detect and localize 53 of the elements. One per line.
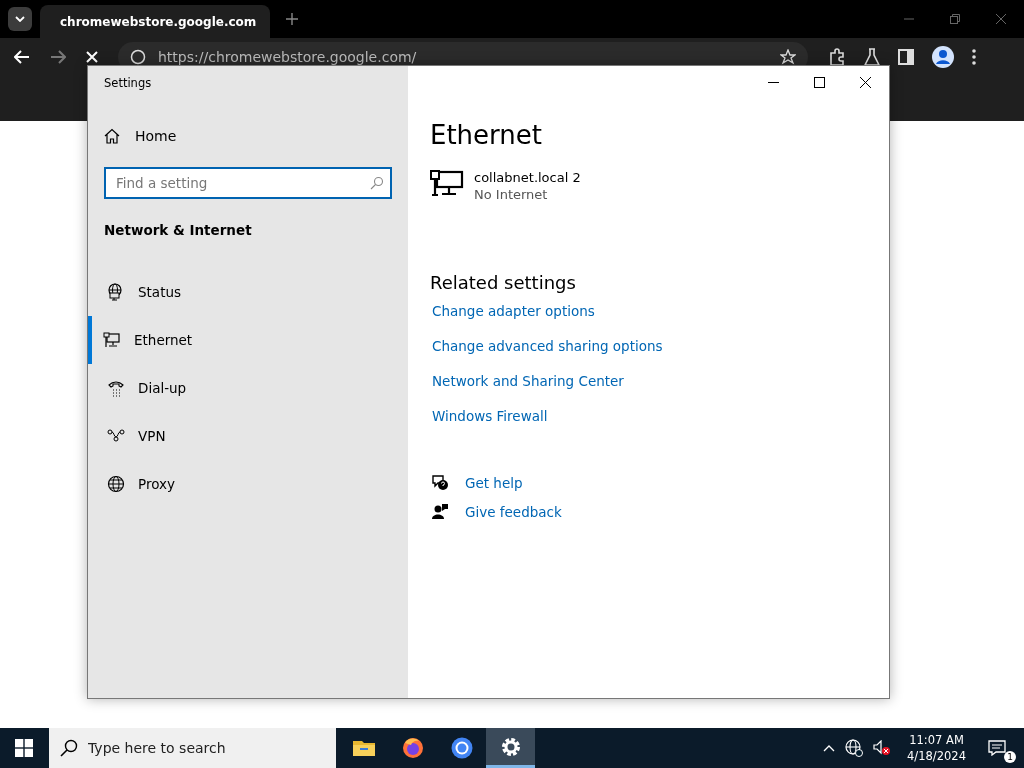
link[interactable]: Give feedback: [465, 503, 562, 520]
section-heading: Network & Internet: [104, 222, 252, 238]
puzzle-icon[interactable]: [828, 48, 846, 66]
ethernet-icon[interactable]: [430, 170, 464, 198]
page-heading: Ethernet: [430, 120, 542, 150]
network-status: No Internet: [474, 187, 548, 202]
nav-item[interactable]: Status: [88, 268, 408, 316]
taskbar-search-field[interactable]: Type here to search: [49, 728, 336, 768]
search-icon: [60, 739, 78, 757]
tab-search-button[interactable]: [8, 7, 32, 31]
home-link[interactable]: Home: [104, 128, 177, 144]
network-name[interactable]: collabnet.local 2: [474, 170, 581, 185]
ethernet-icon: [103, 331, 121, 349]
section-heading: Related settings: [430, 272, 576, 293]
vpn-icon: [107, 427, 125, 445]
browser-tab[interactable]: chromewebstore.google.com: [40, 5, 270, 39]
profile-icon[interactable]: [932, 46, 954, 68]
person-feedback-icon: [432, 503, 449, 520]
nav-item[interactable]: Proxy: [88, 460, 408, 508]
window-title: Settings: [104, 76, 152, 90]
taskbar-app-button[interactable]: [486, 728, 535, 768]
clock[interactable]: 11:07 AM 4/18/2024: [901, 732, 972, 764]
link[interactable]: Get help: [465, 474, 523, 491]
search-field[interactable]: Find a setting: [104, 167, 392, 199]
flask-icon[interactable]: [864, 48, 880, 66]
start-icon[interactable]: [15, 739, 33, 757]
restore-icon[interactable]: [950, 14, 960, 24]
globe-icon: [107, 475, 125, 493]
muted-speaker-icon[interactable]: [873, 740, 892, 756]
stop-icon[interactable]: [86, 51, 98, 63]
search-icon: [370, 176, 384, 190]
back-icon[interactable]: [14, 50, 30, 64]
link[interactable]: Network and Sharing Center: [432, 373, 624, 389]
side-panel-icon[interactable]: [898, 49, 914, 65]
nav-item[interactable]: VPN: [88, 412, 408, 460]
menu-icon[interactable]: [972, 49, 976, 65]
maximize-icon[interactable]: [814, 76, 825, 88]
close-icon[interactable]: [860, 76, 871, 88]
chevron-down-icon: [15, 16, 25, 22]
chat-help-icon: [432, 474, 449, 491]
phone-icon: [107, 379, 125, 397]
notification-icon: [988, 740, 1006, 756]
forward-icon[interactable]: [50, 50, 66, 64]
nav-item[interactable]: Ethernet: [88, 316, 408, 364]
link[interactable]: Change adapter options: [432, 303, 595, 319]
link[interactable]: Change advanced sharing options: [432, 338, 663, 354]
nav-item[interactable]: Dial-up: [88, 364, 408, 412]
new-tab-icon[interactable]: [286, 13, 298, 25]
link[interactable]: Windows Firewall: [432, 408, 548, 424]
globe-monitor-icon: [107, 283, 125, 301]
home-icon: [104, 128, 120, 144]
network-globe-icon[interactable]: [845, 739, 864, 757]
chevron-up-icon[interactable]: [823, 744, 836, 752]
